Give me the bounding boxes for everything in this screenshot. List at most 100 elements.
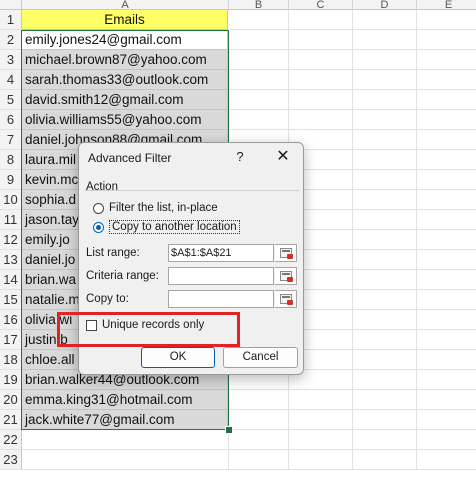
empty-cell[interactable] <box>353 190 417 210</box>
email-cell[interactable] <box>22 430 229 450</box>
empty-cell[interactable] <box>289 50 353 70</box>
empty-cell[interactable] <box>289 450 353 470</box>
empty-cell[interactable] <box>289 410 353 430</box>
empty-cell[interactable] <box>353 110 417 130</box>
row-header[interactable]: 16 <box>0 310 22 330</box>
criteria-range-collapse-button[interactable] <box>275 267 297 285</box>
criteria-range-input[interactable] <box>168 267 274 285</box>
row-header[interactable]: 21 <box>0 410 22 430</box>
empty-cell[interactable] <box>229 410 289 430</box>
empty-cell[interactable] <box>353 450 417 470</box>
empty-cell[interactable] <box>229 50 289 70</box>
empty-cell[interactable] <box>417 150 476 170</box>
empty-cell[interactable] <box>417 10 476 30</box>
empty-cell[interactable] <box>417 410 476 430</box>
row-header[interactable]: 19 <box>0 370 22 390</box>
empty-cell[interactable] <box>353 390 417 410</box>
empty-cell[interactable] <box>353 50 417 70</box>
empty-cell[interactable] <box>417 290 476 310</box>
row-header[interactable]: 3 <box>0 50 22 70</box>
empty-cell[interactable] <box>417 230 476 250</box>
empty-cell[interactable] <box>417 50 476 70</box>
row-header[interactable]: 6 <box>0 110 22 130</box>
empty-cell[interactable] <box>417 270 476 290</box>
empty-cell[interactable] <box>353 70 417 90</box>
radio-button-selected[interactable] <box>93 221 104 233</box>
empty-cell[interactable] <box>353 250 417 270</box>
row-header[interactable]: 2 <box>0 30 22 50</box>
empty-cell[interactable] <box>353 10 417 30</box>
row-header[interactable]: 13 <box>0 250 22 270</box>
list-range-input[interactable]: $A$1:$A$21 <box>168 244 274 262</box>
empty-cell[interactable] <box>229 30 289 50</box>
row-header[interactable]: 12 <box>0 230 22 250</box>
empty-cell[interactable] <box>417 190 476 210</box>
empty-cell[interactable] <box>417 350 476 370</box>
empty-cell[interactable] <box>353 310 417 330</box>
row-header[interactable]: 8 <box>0 150 22 170</box>
empty-cell[interactable] <box>229 450 289 470</box>
empty-cell[interactable] <box>229 90 289 110</box>
empty-cell[interactable] <box>417 330 476 350</box>
row-header[interactable]: 20 <box>0 390 22 410</box>
empty-cell[interactable] <box>417 170 476 190</box>
row-header[interactable]: 1 <box>0 10 22 30</box>
empty-cell[interactable] <box>417 90 476 110</box>
empty-cell[interactable] <box>417 430 476 450</box>
copy-to-input[interactable] <box>168 290 274 308</box>
emails-header-cell[interactable]: Emails <box>22 10 228 30</box>
email-cell[interactable] <box>22 450 229 470</box>
copy-to-collapse-button[interactable] <box>275 290 297 308</box>
empty-cell[interactable] <box>353 90 417 110</box>
empty-cell[interactable] <box>289 30 353 50</box>
empty-cell[interactable] <box>289 70 353 90</box>
cancel-button[interactable]: Cancel <box>223 347 298 368</box>
empty-cell[interactable] <box>353 270 417 290</box>
empty-cell[interactable] <box>417 110 476 130</box>
empty-cell[interactable] <box>289 390 353 410</box>
empty-cell[interactable] <box>289 10 353 30</box>
empty-cell[interactable] <box>229 110 289 130</box>
close-icon[interactable]: ✕ <box>275 149 291 165</box>
row-header[interactable]: 11 <box>0 210 22 230</box>
email-cell[interactable]: michael.brown87@yahoo.com <box>22 50 228 70</box>
empty-cell[interactable] <box>353 430 417 450</box>
empty-cell[interactable] <box>229 430 289 450</box>
column-header-a[interactable]: A <box>22 0 229 10</box>
empty-cell[interactable] <box>353 210 417 230</box>
email-cell[interactable]: emma.king31@hotmail.com <box>22 390 228 410</box>
empty-cell[interactable] <box>353 170 417 190</box>
column-header-c[interactable]: C <box>289 0 353 10</box>
empty-cell[interactable] <box>353 410 417 430</box>
row-header[interactable]: 17 <box>0 330 22 350</box>
unique-records-checkbox[interactable] <box>86 319 97 331</box>
empty-cell[interactable] <box>417 30 476 50</box>
empty-cell[interactable] <box>353 290 417 310</box>
empty-cell[interactable] <box>417 450 476 470</box>
email-cell[interactable]: emily.jones24@gmail.com <box>22 30 228 50</box>
empty-cell[interactable] <box>417 390 476 410</box>
row-header[interactable]: 23 <box>0 450 22 470</box>
ok-button[interactable]: OK <box>141 347 215 368</box>
empty-cell[interactable] <box>417 310 476 330</box>
row-header[interactable]: 10 <box>0 190 22 210</box>
empty-cell[interactable] <box>353 350 417 370</box>
radio-copy-to-location[interactable]: Copy to another location <box>93 220 240 234</box>
row-header[interactable]: 5 <box>0 90 22 110</box>
empty-cell[interactable] <box>353 130 417 150</box>
row-header[interactable]: 7 <box>0 130 22 150</box>
row-header[interactable]: 9 <box>0 170 22 190</box>
empty-cell[interactable] <box>229 10 289 30</box>
email-cell[interactable]: david.smith12@gmail.com <box>22 90 228 110</box>
empty-cell[interactable] <box>229 70 289 90</box>
empty-cell[interactable] <box>417 210 476 230</box>
row-header[interactable]: 4 <box>0 70 22 90</box>
column-header-b[interactable]: B <box>229 0 289 10</box>
empty-cell[interactable] <box>417 130 476 150</box>
row-header[interactable]: 22 <box>0 430 22 450</box>
help-icon[interactable]: ? <box>232 149 248 165</box>
list-range-collapse-button[interactable] <box>275 244 297 262</box>
email-cell[interactable]: jack.white77@gmail.com <box>22 410 228 430</box>
unique-records-option[interactable]: Unique records only <box>86 319 204 331</box>
fill-handle[interactable] <box>225 426 233 434</box>
